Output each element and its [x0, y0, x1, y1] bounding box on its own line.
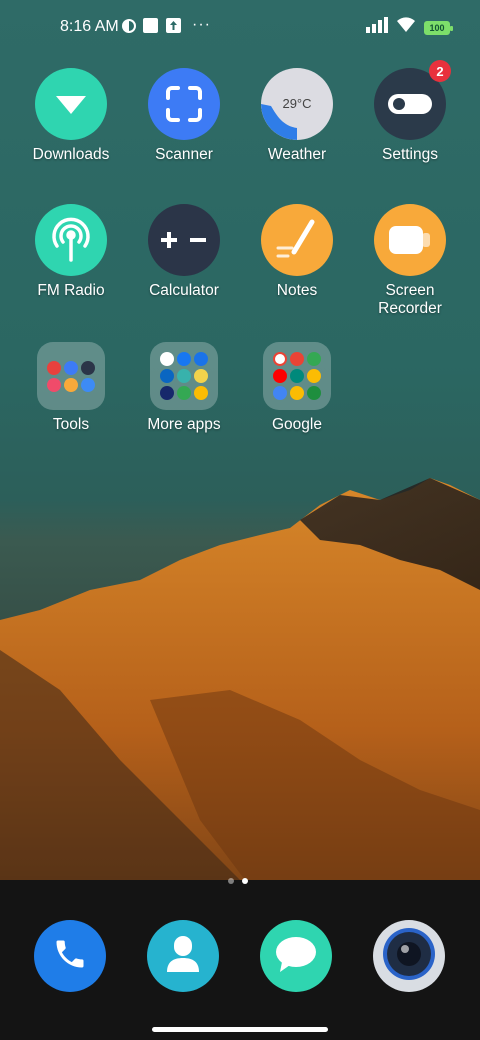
folder-icon — [150, 342, 218, 410]
mini-app-icon — [273, 352, 287, 366]
folder-more-apps[interactable]: More apps — [129, 342, 239, 434]
battery-level: 100 — [429, 22, 445, 33]
mini-app-icon — [307, 352, 321, 366]
calculator-icon — [148, 204, 220, 276]
page-dot[interactable] — [228, 878, 234, 884]
notes-pen-icon — [261, 204, 333, 276]
mini-app-icon — [273, 386, 287, 400]
page-dot-current[interactable] — [242, 878, 248, 884]
notification-badge: 2 — [429, 60, 451, 82]
mini-app-icon — [47, 377, 61, 392]
mini-app-icon — [290, 386, 304, 400]
mini-app-icon — [47, 360, 61, 375]
app-weather[interactable]: 29°C Weather — [242, 68, 352, 164]
mini-app-icon — [307, 386, 321, 400]
mini-app-icon — [64, 377, 78, 392]
status-bar: 8:16 AM ··· 100 — [0, 0, 480, 56]
folder-tools[interactable]: Tools — [16, 342, 126, 434]
weather-temp: 29°C — [282, 95, 312, 111]
mini-app-icon — [307, 369, 321, 383]
app-screen-recorder[interactable]: Screen Recorder — [355, 204, 465, 318]
scanner-icon — [148, 68, 220, 140]
mini-app-icon — [290, 369, 304, 383]
app-label: More apps — [147, 416, 221, 433]
more-notifications-icon: ··· — [192, 16, 211, 33]
upload-notification-icon — [166, 18, 181, 38]
radio-icon — [35, 204, 107, 276]
messages-icon — [274, 934, 318, 979]
dock-camera[interactable] — [373, 920, 445, 992]
app-label: FM Radio — [37, 282, 105, 299]
app-label: Scanner — [155, 146, 213, 163]
folder-google[interactable]: Google — [242, 342, 352, 434]
app-label: Downloads — [32, 146, 110, 163]
app-settings[interactable]: 2 Settings — [355, 60, 465, 164]
dock-messages[interactable] — [260, 920, 332, 992]
folder-icon — [37, 342, 105, 410]
cellular-signal-icon — [366, 17, 388, 38]
mini-app-icon — [290, 352, 304, 366]
mini-app-icon — [160, 386, 174, 400]
app-notes[interactable]: Notes — [242, 204, 352, 300]
mini-app-icon — [194, 386, 208, 400]
app-label: Screen Recorder — [378, 282, 442, 317]
mini-app-icon — [64, 360, 78, 375]
dock-phone[interactable] — [34, 920, 106, 992]
mini-app-icon — [177, 386, 191, 400]
contacts-icon — [165, 934, 201, 979]
mini-app-icon — [160, 352, 174, 366]
downloads-icon — [35, 68, 107, 140]
data-saver-icon — [121, 18, 137, 39]
mini-app-icon — [194, 352, 208, 366]
app-scanner[interactable]: Scanner — [129, 68, 239, 164]
screen-recorder-icon — [374, 204, 446, 276]
phone-icon — [52, 936, 88, 977]
weather-icon: 29°C — [261, 68, 333, 140]
notification-square-icon — [143, 18, 158, 38]
home-indicator[interactable] — [152, 1027, 328, 1032]
app-label: Google — [272, 416, 322, 433]
app-label: Settings — [381, 146, 438, 163]
app-calculator[interactable]: Calculator — [129, 204, 239, 300]
mini-app-icon — [177, 369, 191, 383]
mini-app-icon — [177, 352, 191, 366]
camera-icon — [379, 924, 439, 989]
mini-app-icon — [81, 377, 95, 392]
app-label: Calculator — [149, 282, 219, 299]
mini-app-icon — [194, 369, 208, 383]
mini-app-icon — [160, 369, 174, 383]
app-fm-radio[interactable]: FM Radio — [16, 204, 126, 300]
mini-app-icon — [81, 360, 95, 375]
app-label: Notes — [276, 282, 318, 299]
dock-contacts[interactable] — [147, 920, 219, 992]
folder-icon — [263, 342, 331, 410]
mini-app-icon — [273, 369, 287, 383]
page-indicator[interactable] — [228, 878, 248, 884]
status-time: 8:16 AM — [60, 18, 119, 35]
app-label: Weather — [267, 146, 327, 163]
battery-icon: 100 — [424, 20, 453, 35]
app-downloads[interactable]: Downloads — [16, 68, 126, 164]
wifi-icon — [396, 17, 416, 38]
app-label: Tools — [52, 416, 90, 433]
